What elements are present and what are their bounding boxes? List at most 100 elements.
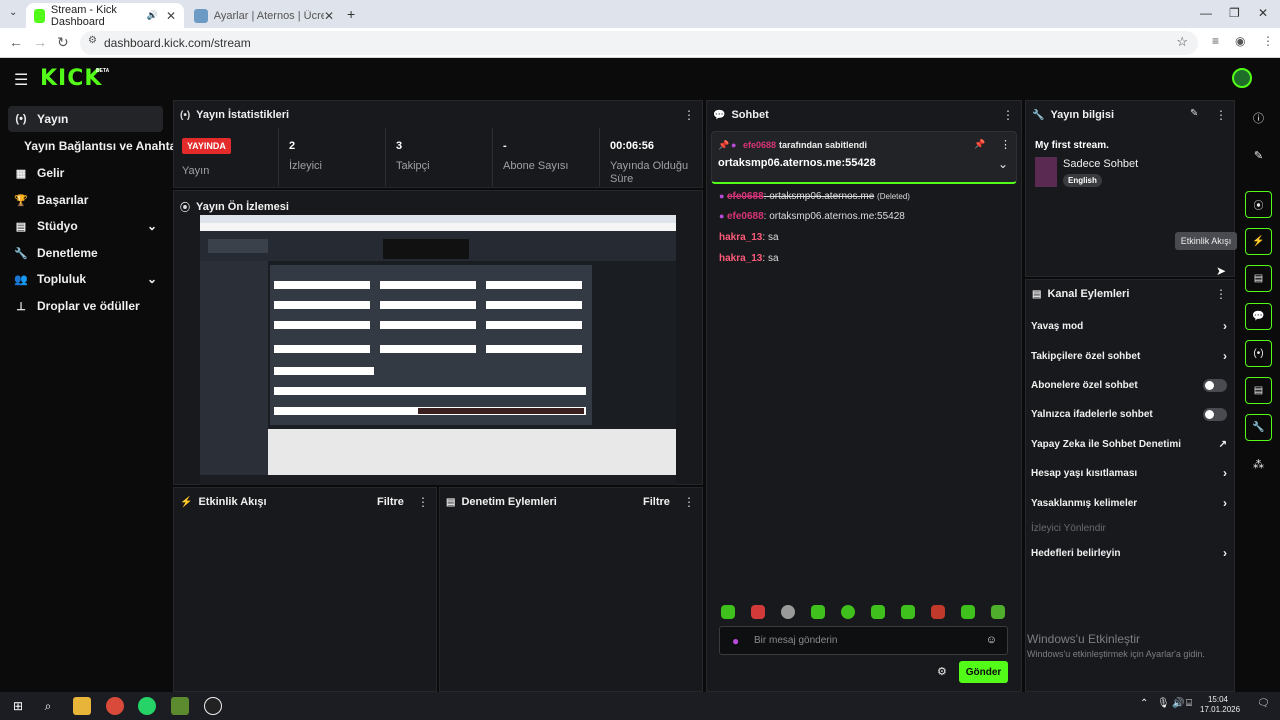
subscribers-only-toggle[interactable]	[1203, 378, 1227, 392]
kick-logo[interactable]: KICK	[40, 66, 102, 91]
sidebar-item-denetleme[interactable]: 🔧 Denetleme	[8, 240, 163, 266]
more-options-icon[interactable]: ⋮	[1215, 287, 1227, 301]
emote-icon[interactable]	[781, 605, 795, 619]
more-options-icon[interactable]: ⋮	[683, 495, 695, 509]
user-avatar[interactable]	[1232, 68, 1252, 88]
site-info-icon[interactable]: ⚙	[88, 35, 97, 46]
action-banned-words[interactable]: Yasaklanmış kelimeler ›	[1031, 495, 1227, 511]
sidebar-item-studyo[interactable]: ▤ Stüdyo ⌄	[8, 213, 163, 239]
emotes-only-toggle[interactable]	[1203, 407, 1227, 421]
taskbar-clock[interactable]: 15:04 17.01.2026	[1200, 695, 1240, 715]
action-followers-only[interactable]: Takipçilere özel sohbet ›	[1031, 348, 1227, 364]
chevron-down-icon[interactable]: ⌄	[998, 157, 1008, 171]
stream-info-toggle-icon[interactable]: 🔧	[1245, 414, 1272, 441]
sidebar-item-droplar[interactable]: ⊥ Droplar ve ödüller	[8, 293, 163, 319]
bookmark-star-icon[interactable]: ☆	[1176, 34, 1188, 50]
chat-toggle-icon[interactable]: 💬	[1245, 303, 1272, 330]
preview-toggle-icon[interactable]: ⦿	[1245, 191, 1272, 218]
mic-icon: ●	[732, 634, 740, 648]
minecraft-icon[interactable]	[171, 697, 189, 715]
hamburger-menu-icon[interactable]: ☰	[14, 70, 28, 90]
edit-pencil-icon[interactable]: ✎	[1190, 108, 1198, 119]
channel-actions-toggle-icon[interactable]: ▤	[1245, 377, 1272, 404]
sidebar-item-stream-key[interactable]: Yayın Bağlantısı ve Anahtarı	[8, 133, 184, 159]
restore-icon[interactable]: ❐	[1229, 6, 1240, 20]
emote-icon[interactable]	[991, 605, 1005, 619]
browser-menu-icon[interactable]: ⋮	[1262, 34, 1274, 48]
action-slow-mode[interactable]: Yavaş mod ›	[1031, 318, 1227, 334]
notifications-icon[interactable]: 🗨	[1257, 698, 1270, 709]
action-set-goals[interactable]: Hedefleri belirleyin ›	[1031, 545, 1227, 561]
volume-icon[interactable]: 🔊	[1172, 698, 1184, 709]
mic-tray-icon[interactable]: 🎙	[1157, 698, 1170, 709]
file-explorer-icon[interactable]	[73, 697, 91, 715]
chat-username[interactable]: efe0688	[727, 211, 764, 222]
info-icon[interactable]: ⓘ	[1245, 104, 1272, 131]
emoji-picker-icon[interactable]: ☺	[986, 634, 997, 646]
more-options-icon[interactable]: ⋮	[417, 495, 429, 509]
tab-kick-dashboard[interactable]: Stream - Kick Dashboard 🔊 ✕	[26, 3, 184, 28]
close-window-icon[interactable]: ✕	[1258, 6, 1268, 20]
more-options-icon[interactable]: ⋮	[1002, 108, 1014, 122]
sidebar-item-yayin[interactable]: (•) Yayın	[8, 106, 163, 132]
emote-icon[interactable]	[871, 605, 885, 619]
emote-icon[interactable]	[901, 605, 915, 619]
emote-icon[interactable]	[751, 605, 765, 619]
filter-button[interactable]: Filtre	[643, 496, 670, 508]
chat-username[interactable]: hakra_13	[719, 253, 762, 264]
new-tab-icon[interactable]: +	[347, 6, 355, 22]
tab-aternos-settings[interactable]: Ayarlar | Aternos | Ücretsiz Mine ✕	[186, 3, 342, 28]
audio-icon[interactable]: 🔊	[147, 10, 158, 21]
more-options-icon[interactable]: ⋮	[1000, 138, 1011, 151]
widgets-icon[interactable]: ⁂	[1245, 451, 1272, 478]
windows-start-icon[interactable]: ⊞	[9, 697, 27, 715]
url-input[interactable]: ⚙ dashboard.kick.com/stream ☆	[80, 31, 1198, 55]
chat-settings-icon[interactable]: ⚙	[937, 665, 947, 678]
tab-groups-icon[interactable]: ≡	[1212, 34, 1219, 48]
sidebar-item-gelir[interactable]: ▦ Gelir	[8, 160, 163, 186]
pinned-by-user[interactable]: efe0688	[743, 140, 776, 150]
chat-username[interactable]: hakra_13	[719, 232, 762, 243]
reload-icon[interactable]: ↻	[57, 34, 69, 51]
minimize-icon[interactable]: —	[1200, 6, 1212, 20]
stats-toggle-icon[interactable]: (•)	[1245, 340, 1272, 367]
back-icon[interactable]: ←	[9, 34, 23, 50]
tab-search-icon[interactable]: ⌄	[9, 7, 17, 18]
obs-icon[interactable]	[204, 697, 222, 715]
app-header	[0, 58, 1280, 98]
sidebar-item-topluluk[interactable]: 👥 Topluluk ⌄	[8, 266, 163, 292]
whatsapp-icon[interactable]	[138, 697, 156, 715]
close-tab-icon[interactable]: ✕	[324, 9, 334, 23]
network-icon[interactable]: ⌸	[1186, 698, 1192, 709]
activity-feed-panel: ⚡ Etkinlik Akışı Filtre ⋮	[173, 487, 437, 692]
action-ai-moderation[interactable]: Yapay Zeka ile Sohbet Denetimi ↗	[1031, 436, 1227, 452]
emote-icon[interactable]	[961, 605, 975, 619]
stream-preview-video[interactable]	[200, 215, 676, 485]
emote-icon[interactable]	[721, 605, 735, 619]
emote-icon[interactable]	[841, 605, 855, 619]
edit-layout-icon[interactable]: ✎	[1245, 142, 1272, 169]
moderation-toggle-icon[interactable]: ▤	[1245, 265, 1272, 292]
emote-icon[interactable]	[811, 605, 825, 619]
chrome-icon[interactable]	[106, 697, 124, 715]
chat-message-input[interactable]: ● Bir mesaj gönderin ☺	[719, 626, 1008, 655]
mic-icon: ●	[719, 191, 727, 201]
unpin-icon[interactable]: 📌	[974, 139, 985, 150]
send-button[interactable]: Gönder	[959, 661, 1008, 683]
sidebar-item-basarilar[interactable]: 🏆 Başarılar	[8, 187, 163, 213]
live-badge: YAYINDA	[182, 138, 231, 154]
chat-username[interactable]: efe0688	[727, 191, 764, 202]
profile-icon[interactable]: ◉	[1235, 34, 1245, 48]
more-options-icon[interactable]: ⋮	[1215, 108, 1227, 122]
filter-button[interactable]: Filtre	[377, 496, 404, 508]
emote-icon[interactable]	[931, 605, 945, 619]
category-name[interactable]: Sadece Sohbet	[1063, 158, 1138, 170]
forward-icon[interactable]: →	[33, 34, 47, 50]
close-tab-icon[interactable]: ✕	[166, 9, 176, 23]
more-options-icon[interactable]: ⋮	[683, 108, 695, 122]
pinned-by-text: tarafından sabitlendi	[779, 140, 868, 150]
action-account-age[interactable]: Hesap yaşı kısıtlaması ›	[1031, 465, 1227, 481]
activity-feed-toggle-icon[interactable]: ⚡	[1245, 228, 1272, 255]
search-icon[interactable]: ⌕	[39, 697, 57, 715]
tray-overflow-icon[interactable]: ⌃	[1140, 698, 1148, 709]
